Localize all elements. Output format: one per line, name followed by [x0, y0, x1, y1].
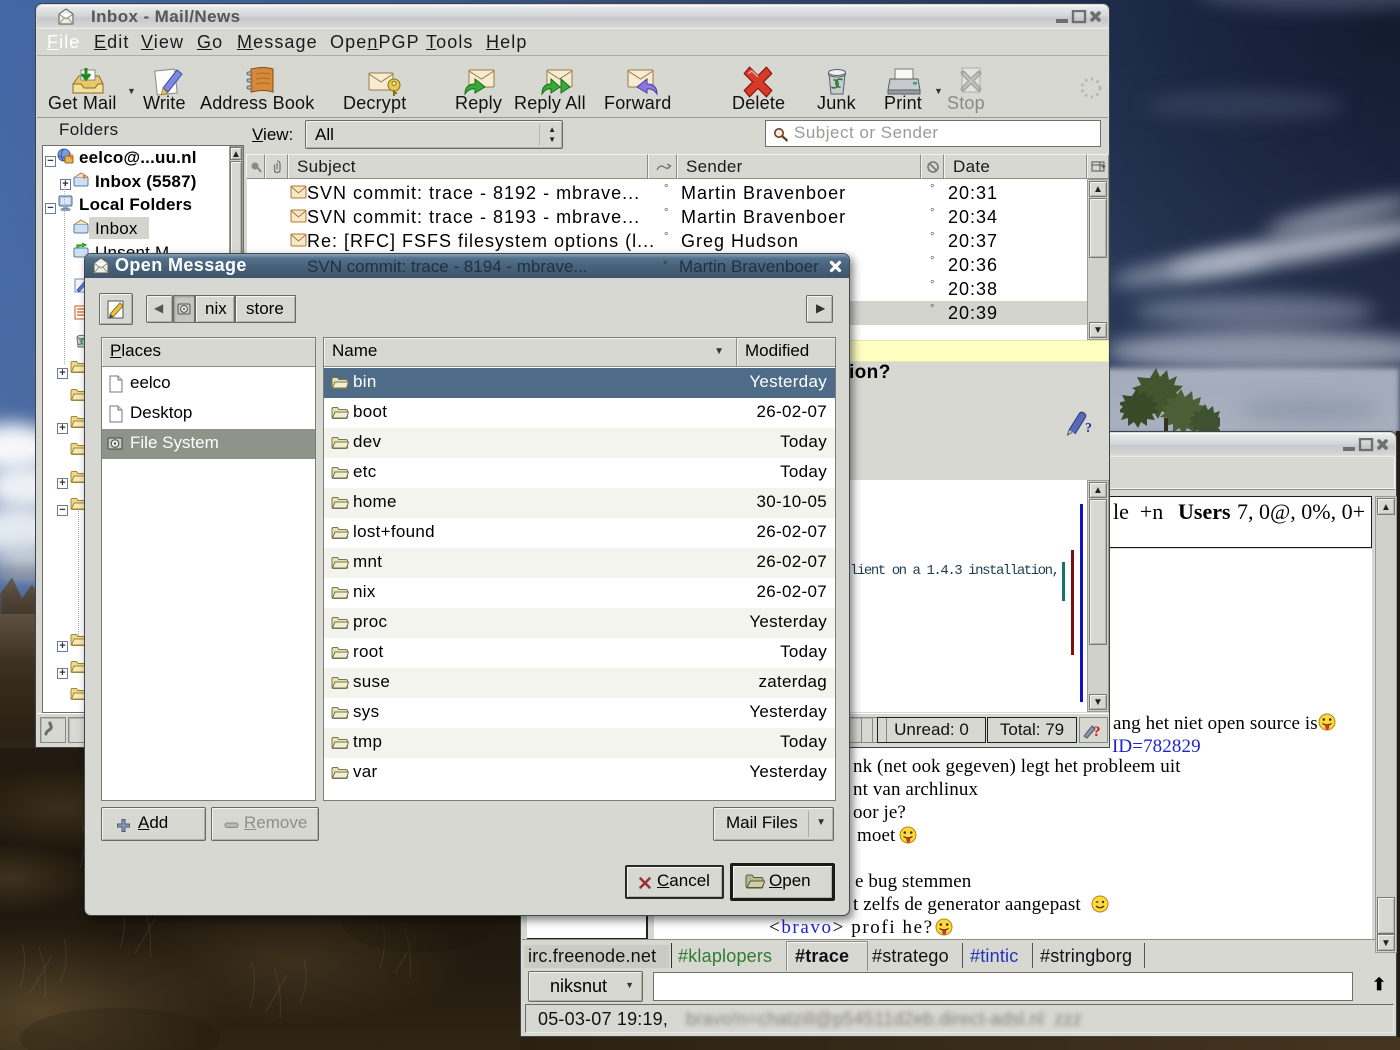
svg-text:?: ?	[1093, 724, 1101, 740]
svg-text:?: ?	[1085, 421, 1092, 436]
